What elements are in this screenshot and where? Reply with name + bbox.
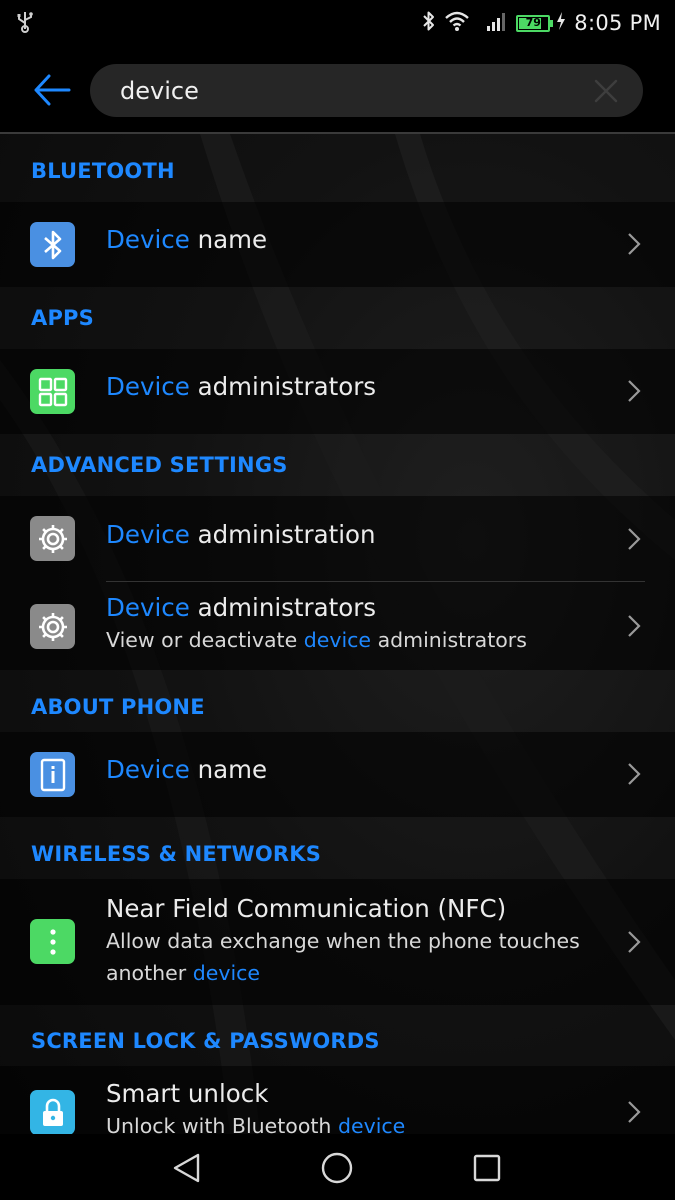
more-vertical-icon: [30, 919, 75, 964]
section-header-bluetooth: BLUETOOTH: [31, 159, 175, 183]
section-header-advanced-settings: ADVANCED SETTINGS: [31, 453, 288, 477]
close-icon: [594, 79, 618, 103]
recents-square-icon: [473, 1154, 501, 1182]
search-results-list: BLUETOOTH Device name APPS Device admini…: [0, 134, 675, 1134]
result-subtitle: Unlock with Bluetooth: [106, 1114, 338, 1134]
gear-icon: [30, 604, 75, 649]
result-subtitle-highlight: device: [192, 961, 261, 985]
result-subtitle: View or deactivate: [106, 628, 304, 652]
chevron-right-icon: [628, 380, 641, 402]
result-subtitle-end: administrators: [371, 628, 527, 652]
status-bar: 79 8:05 PM: [0, 0, 675, 46]
bluetooth-icon: [422, 10, 436, 36]
bluetooth-icon: [30, 222, 75, 267]
wifi-icon: [444, 10, 470, 36]
result-title: name: [189, 755, 268, 784]
chevron-right-icon: [628, 931, 641, 953]
section-header-wireless-networks: WIRELESS & NETWORKS: [31, 842, 322, 866]
gear-icon: [30, 516, 75, 561]
result-advanced-device-administration[interactable]: Device administration: [0, 496, 675, 582]
signal-icon: [486, 10, 508, 36]
nav-home-button[interactable]: [317, 1148, 357, 1188]
result-title: administrators: [189, 593, 377, 622]
result-title-highlight: Device: [106, 225, 190, 254]
result-subtitle-highlight: device: [303, 628, 372, 652]
back-triangle-icon: [173, 1153, 200, 1183]
chevron-right-icon: [628, 528, 641, 550]
result-title: Near Field Communication (NFC): [106, 894, 507, 923]
result-title: administration: [189, 520, 376, 549]
result-subtitle: Allow data exchange when the phone touch…: [106, 929, 580, 985]
result-title-highlight: Device: [106, 520, 190, 549]
nav-back-button[interactable]: [167, 1148, 207, 1188]
back-button[interactable]: [28, 68, 76, 112]
result-title: Smart unlock: [106, 1079, 269, 1108]
chevron-right-icon: [628, 1101, 641, 1123]
result-subtitle-highlight: device: [337, 1114, 406, 1134]
result-advanced-device-administrators[interactable]: Device administrators View or deactivate…: [0, 582, 675, 670]
settings-search-screen: 79 8:05 PM device BLUETOOTH Device name …: [0, 0, 675, 1200]
battery-icon: 79: [516, 14, 554, 32]
result-title-highlight: Device: [106, 755, 190, 784]
result-wireless-nfc[interactable]: Near Field Communication (NFC) Allow dat…: [0, 879, 675, 1005]
usb-icon: [16, 11, 34, 37]
chevron-right-icon: [628, 233, 641, 255]
arrow-left-icon: [34, 74, 71, 106]
section-header-apps: APPS: [31, 306, 94, 330]
info-icon: [30, 752, 75, 797]
chevron-right-icon: [628, 763, 641, 785]
home-circle-icon: [321, 1152, 353, 1184]
clock: 8:05 PM: [574, 11, 661, 35]
result-bluetooth-device-name[interactable]: Device name: [0, 202, 675, 287]
chevron-right-icon: [628, 615, 641, 637]
result-title-highlight: Device: [106, 372, 190, 401]
result-title-highlight: Device: [106, 593, 190, 622]
navigation-bar: [0, 1134, 675, 1200]
apps-grid-icon: [30, 369, 75, 414]
result-title: name: [189, 225, 268, 254]
result-about-device-name[interactable]: Device name: [0, 732, 675, 817]
clear-search-button[interactable]: [593, 78, 619, 104]
battery-level: 79: [525, 15, 541, 29]
nav-recents-button[interactable]: [467, 1148, 507, 1188]
search-header: [0, 46, 675, 134]
section-header-screen-lock: SCREEN LOCK & PASSWORDS: [31, 1029, 380, 1053]
result-apps-device-administrators[interactable]: Device administrators: [0, 349, 675, 434]
charging-icon: [556, 11, 566, 35]
result-title: administrators: [189, 372, 377, 401]
result-screen-lock-smart-unlock[interactable]: Smart unlock Unlock with Bluetooth devic…: [0, 1066, 675, 1134]
search-box: [90, 64, 643, 117]
section-header-about-phone: ABOUT PHONE: [31, 695, 205, 719]
lock-icon: [30, 1090, 75, 1134]
search-input[interactable]: [120, 64, 560, 117]
